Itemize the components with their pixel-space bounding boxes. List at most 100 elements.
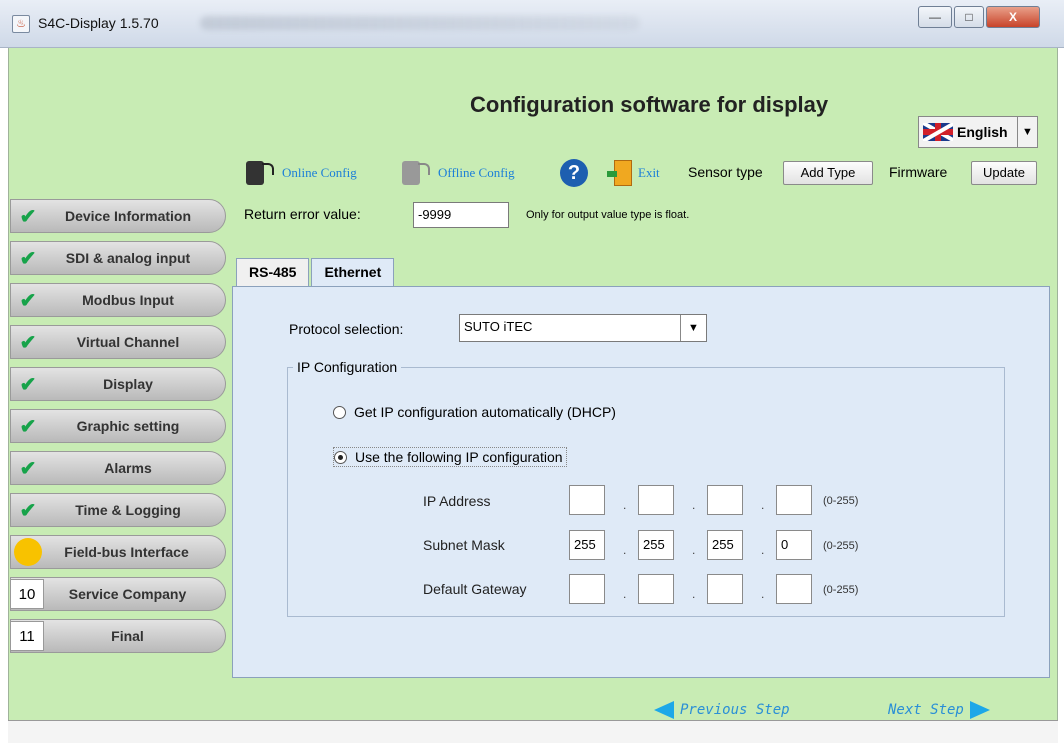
octet-separator: .	[623, 498, 627, 512]
check-icon: ✔	[19, 247, 37, 270]
check-icon: ✔	[19, 373, 37, 396]
radio-manual[interactable]: Use the following IP configuration	[333, 447, 567, 467]
radio-dhcp[interactable]: Get IP configuration automatically (DHCP…	[333, 404, 616, 420]
offline-config-button[interactable]: Offline Config	[402, 158, 515, 188]
octet-separator: .	[623, 543, 627, 557]
sidebar-item-label: Field-bus Interface	[64, 544, 189, 560]
check-icon: ✔	[19, 499, 37, 522]
next-step-button[interactable]: Next Step	[888, 701, 990, 719]
ip-address-octet-2[interactable]	[638, 485, 674, 515]
interface-tabs: RS-485 Ethernet	[236, 258, 396, 286]
check-icon: ✔	[19, 415, 37, 438]
offline-config-label: Offline Config	[438, 165, 515, 180]
sidebar-item-alarms[interactable]: ✔ Alarms	[10, 451, 226, 485]
octet-separator: .	[692, 587, 696, 601]
maximize-button[interactable]: □	[954, 6, 984, 28]
sidebar-item-label: Device Information	[64, 208, 192, 224]
return-error-hint: Only for output value type is float.	[526, 209, 690, 221]
return-error-label: Return error value:	[244, 206, 361, 222]
gateway-octet-2[interactable]	[638, 574, 674, 604]
chevron-down-icon[interactable]: ▼	[1017, 117, 1037, 147]
octet-separator: .	[761, 543, 765, 557]
exit-button[interactable]: Exit	[607, 158, 660, 188]
protocol-label: Protocol selection:	[289, 321, 404, 337]
window-titlebar: ♨ S4C-Display 1.5.70 — □ X	[0, 0, 1064, 48]
window-title: S4C-Display 1.5.70	[38, 15, 159, 31]
ip-address-octet-4[interactable]	[776, 485, 812, 515]
firmware-label: Firmware	[889, 164, 948, 180]
sidebar-item-field-bus-interface[interactable]: Field-bus Interface	[10, 535, 226, 569]
sidebar-item-display[interactable]: ✔ Display	[10, 367, 226, 401]
sidebar-item-device-information[interactable]: ✔ Device Information	[10, 199, 226, 233]
octet-separator: .	[623, 587, 627, 601]
close-button[interactable]: X	[986, 6, 1040, 28]
gateway-octet-4[interactable]	[776, 574, 812, 604]
help-icon: ?	[560, 159, 588, 187]
sidebar-item-label: Graphic setting	[76, 418, 180, 434]
octet-separator: .	[692, 498, 696, 512]
sidebar-item-modbus-input[interactable]: ✔ Modbus Input	[10, 283, 226, 317]
previous-step-button[interactable]: Previous Step	[654, 701, 790, 719]
sidebar-item-time-logging[interactable]: ✔ Time & Logging	[10, 493, 226, 527]
sidebar-item-virtual-channel[interactable]: ✔ Virtual Channel	[10, 325, 226, 359]
chevron-down-icon[interactable]: ▼	[680, 315, 706, 341]
octet-separator: .	[692, 543, 696, 557]
radio-button-selected[interactable]	[334, 450, 347, 464]
tab-rs-485[interactable]: RS-485	[236, 258, 310, 286]
help-button[interactable]: ?	[560, 158, 588, 188]
return-error-input[interactable]: -9999	[413, 202, 509, 228]
ip-address-octet-1[interactable]	[569, 485, 605, 515]
check-icon: ✔	[19, 457, 37, 480]
protocol-value: SUTO iTEC	[464, 319, 533, 334]
plug-disconnected-icon	[402, 161, 430, 185]
blurred-background-title	[200, 16, 640, 30]
language-select[interactable]: English ▼	[918, 116, 1038, 148]
sidebar-item-label: Service Company	[68, 586, 187, 602]
app-icon: ♨	[12, 15, 30, 33]
subnet-mask-octet-3[interactable]: 255	[707, 530, 743, 560]
sidebar-item-label: Virtual Channel	[76, 334, 180, 350]
current-step-dot-icon	[14, 538, 42, 566]
radio-button[interactable]	[333, 405, 346, 419]
ip-address-range-hint: (0-255)	[823, 495, 859, 507]
subnet-mask-octet-1[interactable]: 255	[569, 530, 605, 560]
arrow-left-icon	[654, 701, 674, 719]
radio-manual-label: Use the following IP configuration	[355, 449, 563, 465]
uk-flag-icon	[923, 123, 953, 141]
minimize-button[interactable]: —	[918, 6, 952, 28]
sensor-type-label: Sensor type	[688, 164, 763, 180]
page-title: Configuration software for display	[470, 92, 829, 117]
online-config-label: Online Config	[282, 165, 357, 180]
sidebar-item-label: Modbus Input	[82, 292, 174, 308]
ip-address-octet-3[interactable]	[707, 485, 743, 515]
gateway-range-hint: (0-255)	[823, 584, 859, 596]
sidebar-item-label: Display	[103, 376, 153, 392]
ip-address-label: IP Address	[423, 493, 491, 509]
language-label: English	[957, 124, 1008, 140]
sidebar-item-label: Time & Logging	[75, 502, 181, 518]
arrow-right-icon	[969, 701, 990, 719]
sidebar-item-label: Alarms	[104, 460, 152, 476]
gateway-octet-1[interactable]	[569, 574, 605, 604]
sidebar-item-final[interactable]: 11 Final	[10, 619, 226, 653]
sidebar-item-service-company[interactable]: 10 Service Company	[10, 577, 226, 611]
check-icon: ✔	[19, 289, 37, 312]
tab-ethernet[interactable]: Ethernet	[311, 258, 395, 286]
subnet-mask-octet-4[interactable]: 0	[776, 530, 812, 560]
check-icon: ✔	[19, 205, 37, 228]
check-icon: ✔	[19, 331, 37, 354]
update-button[interactable]: Update	[971, 161, 1037, 185]
step-number: 10	[10, 579, 44, 609]
subnet-mask-range-hint: (0-255)	[823, 540, 859, 552]
plug-connected-icon	[246, 161, 274, 185]
sidebar-item-sdi-analog-input[interactable]: ✔ SDI & analog input	[10, 241, 226, 275]
next-step-label: Next Step	[888, 702, 964, 718]
add-type-button[interactable]: Add Type	[783, 161, 873, 185]
subnet-mask-octet-2[interactable]: 255	[638, 530, 674, 560]
online-config-button[interactable]: Online Config	[246, 158, 357, 188]
sidebar-item-graphic-setting[interactable]: ✔ Graphic setting	[10, 409, 226, 443]
protocol-select[interactable]: SUTO iTEC ▼	[459, 314, 707, 342]
octet-separator: .	[761, 498, 765, 512]
gateway-octet-3[interactable]	[707, 574, 743, 604]
window-bottom-edge	[8, 720, 1058, 743]
